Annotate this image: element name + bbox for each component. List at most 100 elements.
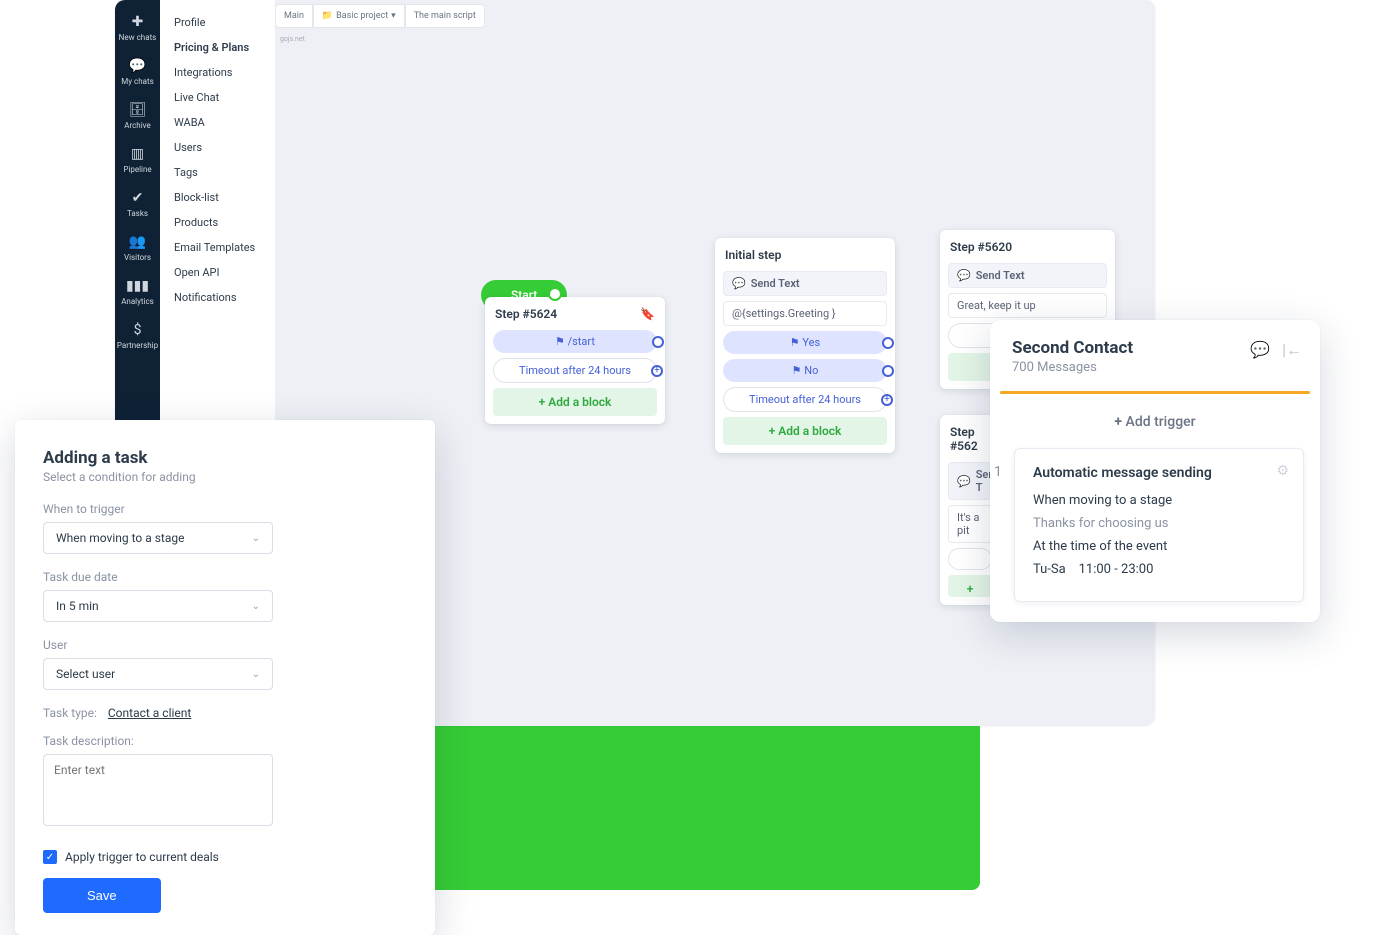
chevron-down-icon: ▾ bbox=[391, 11, 396, 21]
add-block-button[interactable]: + Add a block bbox=[493, 388, 657, 416]
save-button[interactable]: Save bbox=[43, 878, 161, 913]
step-no-pill[interactable]: ⚑ No bbox=[723, 359, 887, 382]
menu-products[interactable]: Products bbox=[160, 210, 275, 235]
breadcrumb-label: Basic project bbox=[336, 11, 388, 21]
stage-color-bar bbox=[1000, 391, 1310, 394]
output-port[interactable] bbox=[882, 337, 894, 349]
step-action[interactable]: 💬 Send Text bbox=[723, 271, 887, 296]
add-port-icon[interactable]: + bbox=[651, 365, 663, 377]
step-action-label: Send Text bbox=[976, 269, 1025, 282]
chat-bubble-icon[interactable]: 💬 bbox=[1250, 340, 1270, 360]
step-value[interactable]: Great, keep it up bbox=[948, 293, 1107, 318]
flag-icon: ⚑ bbox=[792, 364, 802, 377]
step-timeout-label: Timeout after 24 hours bbox=[749, 393, 861, 406]
select-value: In 5 min bbox=[56, 599, 99, 613]
schedule-days: Tu-Sa bbox=[1033, 562, 1066, 577]
when-trigger-select[interactable]: When moving to a stage ⌄ bbox=[43, 522, 273, 554]
users-icon: 👥 bbox=[130, 234, 146, 250]
step-yes-pill[interactable]: ⚑ Yes bbox=[723, 331, 887, 354]
apply-trigger-checkbox-row[interactable]: ✓ Apply trigger to current deals bbox=[43, 850, 407, 864]
trigger-schedule-value: Tu-Sa 11:00 - 23:00 bbox=[1033, 562, 1285, 577]
modal-subtitle: Select a condition for adding bbox=[43, 470, 407, 484]
nav-partnership[interactable]: $ Partnership bbox=[115, 316, 160, 356]
nav-label: Pipeline bbox=[123, 165, 151, 174]
step-title: Step #5624 bbox=[495, 307, 557, 321]
collapse-icon[interactable]: |← bbox=[1282, 340, 1302, 360]
due-date-select[interactable]: In 5 min ⌄ bbox=[43, 590, 273, 622]
nav-analytics[interactable]: ▮▮▮ Analytics bbox=[115, 272, 160, 312]
trigger-condition: When moving to a stage bbox=[1033, 493, 1285, 508]
step-action-label: Send Text bbox=[751, 277, 800, 290]
nav-visitors[interactable]: 👥 Visitors bbox=[115, 228, 160, 268]
trigger-card-title: Automatic message sending bbox=[1033, 465, 1285, 481]
step-timeout-pill[interactable]: Timeout after 24 hours + bbox=[493, 358, 657, 383]
gear-icon[interactable]: ⚙ bbox=[1276, 463, 1289, 479]
message-icon: 💬 bbox=[957, 475, 971, 488]
menu-profile[interactable]: Profile bbox=[160, 10, 275, 35]
trigger-index: 1 bbox=[994, 464, 1002, 480]
flow-step-initial[interactable]: Initial step 💬 Send Text @{settings.Gree… bbox=[715, 238, 895, 453]
add-port-icon[interactable]: + bbox=[881, 394, 893, 406]
chevron-down-icon: ⌄ bbox=[252, 533, 260, 544]
menu-live-chat[interactable]: Live Chat bbox=[160, 85, 275, 110]
step-title: Step #562 bbox=[950, 425, 990, 453]
nav-tasks[interactable]: ✔ Tasks bbox=[115, 184, 160, 224]
nav-archive[interactable]: 🗄 Archive bbox=[115, 96, 160, 136]
bookmark-icon[interactable]: 🔖 bbox=[640, 307, 655, 321]
add-block-button[interactable]: + Add a block bbox=[723, 417, 887, 445]
step-action[interactable]: 💬 Send Text bbox=[948, 263, 1107, 288]
add-block-button[interactable]: + bbox=[948, 575, 992, 597]
output-port[interactable] bbox=[652, 336, 664, 348]
step-no-label: No bbox=[804, 364, 818, 377]
step-command-pill[interactable]: ⚑ /start bbox=[493, 330, 657, 353]
message-icon: 💬 bbox=[957, 269, 971, 282]
trigger-card[interactable]: ⚙ Automatic message sending When moving … bbox=[1014, 448, 1304, 602]
start-output-port[interactable] bbox=[548, 287, 562, 301]
step-title: Initial step bbox=[725, 248, 781, 262]
menu-notifications[interactable]: Notifications bbox=[160, 285, 275, 310]
menu-block-list[interactable]: Block-list bbox=[160, 185, 275, 210]
nav-label: Visitors bbox=[124, 253, 151, 262]
flag-icon: ⚑ bbox=[555, 335, 565, 348]
step-variable[interactable]: @{settings.Greeting } bbox=[723, 301, 887, 326]
user-label: User bbox=[43, 638, 407, 652]
menu-open-api[interactable]: Open API bbox=[160, 260, 275, 285]
task-description-input[interactable] bbox=[43, 754, 273, 826]
select-value: When moving to a stage bbox=[56, 531, 184, 545]
breadcrumb-project[interactable]: 📁 Basic project ▾ bbox=[313, 4, 405, 28]
menu-waba[interactable]: WABA bbox=[160, 110, 275, 135]
step-yes-label: Yes bbox=[802, 336, 820, 349]
flow-step-5624[interactable]: Step #5624 🔖 ⚑ /start Timeout after 24 h… bbox=[485, 297, 665, 424]
user-select[interactable]: Select user ⌄ bbox=[43, 658, 273, 690]
step-action[interactable]: 💬 Send T bbox=[948, 462, 992, 500]
nav-pipeline[interactable]: ▥ Pipeline bbox=[115, 140, 160, 180]
trigger-message-count: 700 Messages bbox=[1012, 360, 1298, 375]
breadcrumb-main[interactable]: Main bbox=[275, 4, 313, 28]
step-timeout-label: Timeout after 24 hours bbox=[519, 364, 631, 377]
add-trigger-button[interactable]: Add trigger bbox=[990, 404, 1320, 440]
step-pill-partial[interactable] bbox=[948, 548, 992, 570]
menu-integrations[interactable]: Integrations bbox=[160, 60, 275, 85]
menu-tags[interactable]: Tags bbox=[160, 160, 275, 185]
folder-icon: 📁 bbox=[322, 11, 333, 21]
checkbox-checked-icon[interactable]: ✓ bbox=[43, 850, 57, 864]
step-timeout-pill[interactable]: Timeout after 24 hours + bbox=[723, 387, 887, 412]
nav-my-chats[interactable]: 💬 My chats bbox=[115, 52, 160, 92]
check-circle-icon: ✔ bbox=[130, 190, 146, 206]
breadcrumb-label: The main script bbox=[414, 11, 476, 21]
nav-label: Analytics bbox=[121, 297, 154, 306]
output-port[interactable] bbox=[882, 365, 894, 377]
flag-icon: ⚑ bbox=[790, 336, 800, 349]
menu-pricing[interactable]: Pricing & Plans bbox=[160, 35, 275, 60]
due-date-label: Task due date bbox=[43, 570, 407, 584]
task-description-label: Task description: bbox=[43, 734, 407, 748]
breadcrumb-script[interactable]: The main script bbox=[405, 4, 485, 28]
menu-email-templates[interactable]: Email Templates bbox=[160, 235, 275, 260]
nav-new-chats[interactable]: ✚ New chats bbox=[115, 8, 160, 48]
breadcrumb: Main 📁 Basic project ▾ The main script bbox=[275, 4, 485, 28]
add-task-modal: Adding a task Select a condition for add… bbox=[15, 420, 435, 935]
task-type-link[interactable]: Contact a client bbox=[108, 706, 191, 720]
menu-users[interactable]: Users bbox=[160, 135, 275, 160]
select-value: Select user bbox=[56, 667, 115, 681]
step-value[interactable]: It's a pit bbox=[948, 505, 992, 543]
